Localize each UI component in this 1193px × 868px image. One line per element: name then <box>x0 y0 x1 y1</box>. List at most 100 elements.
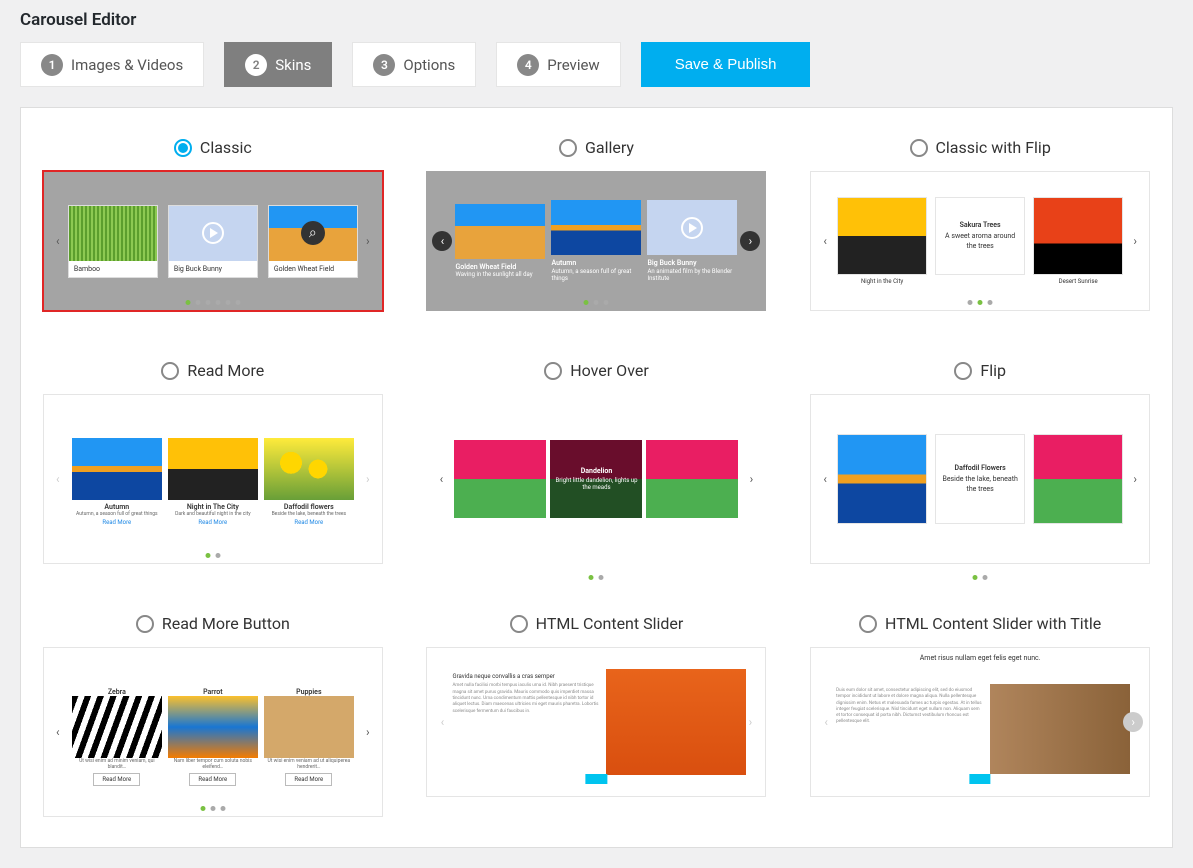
chevron-left-icon[interactable]: ‹ <box>816 470 834 488</box>
thumb-parrot <box>168 696 258 758</box>
skin-preview-classic[interactable]: ‹ Bamboo Big Buck Bunny ⌕Golden Wheat Fi… <box>43 171 383 311</box>
radio-icon <box>859 615 877 633</box>
skin-preview-flip[interactable]: ‹ Daffodil FlowersBeside the lake, benea… <box>810 394 1150 564</box>
skin-name: HTML Content Slider with Title <box>885 614 1101 633</box>
skin-radio-hover-over[interactable]: Hover Over <box>544 361 649 380</box>
radio-icon <box>510 615 528 633</box>
skin-classic: Classic ‹ Bamboo Big Buck Bunny ⌕Golden … <box>31 138 395 311</box>
carousel-card <box>837 197 927 275</box>
skin-radio-classic-flip[interactable]: Classic with Flip <box>910 138 1051 157</box>
chevron-left-icon[interactable]: ‹ <box>433 713 451 731</box>
card-sub: Autumn, a season full of great things <box>76 511 158 517</box>
card-title: Puppies <box>296 688 321 696</box>
carousel-card: Daffodil FlowersBeside the lake, beneath… <box>935 434 1025 524</box>
radio-icon <box>161 362 179 380</box>
skin-name: Classic <box>200 138 252 157</box>
hover-overlay: DandelionBright little dandelion, lights… <box>550 440 642 518</box>
chevron-left-icon[interactable]: ‹ <box>432 231 452 251</box>
chevron-right-icon[interactable]: › <box>742 470 760 488</box>
skin-hover-over: Hover Over ‹ DandelionBright little dand… <box>415 361 779 564</box>
chevron-right-icon[interactable]: › <box>1126 470 1144 488</box>
card-title: Autumn <box>104 503 129 511</box>
chevron-right-icon[interactable]: › <box>359 723 377 741</box>
read-more-link[interactable]: Read More <box>198 519 227 526</box>
radio-icon <box>954 362 972 380</box>
flip-text: Sakura TreesA sweet aroma around the tre… <box>936 217 1024 254</box>
step-skins[interactable]: 2Skins <box>224 42 332 87</box>
chevron-left-icon[interactable]: ‹ <box>432 470 450 488</box>
carousel-card: PuppiesUt wisi enim veniam ad ut aliquip… <box>264 685 354 786</box>
chevron-left-icon[interactable]: ‹ <box>49 232 67 250</box>
skin-radio-gallery[interactable]: Gallery <box>559 138 634 157</box>
chevron-left-icon[interactable]: ‹ <box>817 713 835 731</box>
skin-preview-hover-over[interactable]: ‹ DandelionBright little dandelion, ligh… <box>426 394 766 564</box>
save-publish-button[interactable]: Save & Publish <box>641 42 811 87</box>
card-label: Big Buck BunnyAn animated film by the Bl… <box>647 259 737 282</box>
read-more-link[interactable]: Read More <box>294 519 323 526</box>
skin-preview-classic-flip[interactable]: ‹ Night in the City Sakura TreesA sweet … <box>810 171 1150 311</box>
wizard-steps: 1 Images & Videos 2Skins 3Options 4Previe… <box>20 42 1173 87</box>
step-preview[interactable]: 4Preview <box>496 42 620 87</box>
read-more-link[interactable]: Read More <box>102 519 131 526</box>
skin-preview-read-more[interactable]: ‹ AutumnAutumn, a season full of great t… <box>43 394 383 564</box>
step-label: Options <box>403 56 455 74</box>
pager-dots <box>973 575 988 580</box>
skin-preview-gallery[interactable]: ‹ Golden Wheat FieldWaving in the sunlig… <box>426 171 766 311</box>
radio-icon <box>136 615 154 633</box>
chevron-right-icon[interactable]: › <box>1123 712 1143 732</box>
chevron-left-icon[interactable]: ‹ <box>49 723 67 741</box>
skin-preview-html-content-slider-title[interactable]: Amet risus nullam eget felis eget nunc. … <box>810 647 1150 797</box>
html-cta-button[interactable] <box>970 774 991 784</box>
pager-dots <box>589 575 604 580</box>
thumb-autumn <box>551 200 641 255</box>
card-title: Zebra <box>108 688 126 696</box>
skin-gallery: Gallery ‹ Golden Wheat FieldWaving in th… <box>415 138 779 311</box>
skin-radio-html-content-slider[interactable]: HTML Content Slider <box>510 614 684 633</box>
carousel-card: Golden Wheat FieldWaving in the sunlight… <box>455 204 545 279</box>
chevron-right-icon[interactable]: › <box>359 232 377 250</box>
skin-name: Read More Button <box>162 614 290 633</box>
chevron-right-icon[interactable]: › <box>741 713 759 731</box>
carousel-card <box>1033 197 1123 275</box>
skin-radio-classic[interactable]: Classic <box>174 138 252 157</box>
skin-classic-flip: Classic with Flip ‹ Night in the City Sa… <box>798 138 1162 311</box>
chevron-right-icon[interactable]: › <box>740 231 760 251</box>
carousel-card: Sakura TreesA sweet aroma around the tre… <box>935 197 1025 275</box>
read-more-button[interactable]: Read More <box>285 773 332 786</box>
step-label: Images & Videos <box>71 56 183 74</box>
chevron-left-icon[interactable]: ‹ <box>49 470 67 488</box>
read-more-button[interactable]: Read More <box>93 773 140 786</box>
chevron-left-icon[interactable]: ‹ <box>816 232 834 250</box>
chevron-right-icon[interactable]: › <box>1126 232 1144 250</box>
pager-dots <box>205 553 220 558</box>
skin-name: Hover Over <box>570 361 649 380</box>
step-number: 1 <box>41 54 63 76</box>
skin-preview-html-content-slider[interactable]: ‹ Gravida neque convallis a cras semperA… <box>426 647 766 797</box>
skin-radio-read-more-button[interactable]: Read More Button <box>136 614 290 633</box>
step-label: Preview <box>547 56 599 74</box>
magnify-icon: ⌕ <box>301 221 325 245</box>
pager-dots <box>968 300 993 305</box>
radio-icon <box>174 139 192 157</box>
skin-radio-read-more[interactable]: Read More <box>161 361 264 380</box>
thumb-city <box>168 438 258 500</box>
page-title: Carousel Editor <box>20 10 1173 30</box>
thumb-daffodil <box>264 438 354 500</box>
carousel-card: ParrotNam liber tempor cum soluta nobis … <box>168 685 258 786</box>
thumb-autumn <box>72 438 162 500</box>
read-more-button[interactable]: Read More <box>189 773 236 786</box>
skin-radio-flip[interactable]: Flip <box>954 361 1006 380</box>
card-caption: Desert Sunrise <box>1059 278 1098 285</box>
carousel-card: AutumnAutumn, a season full of great thi… <box>551 200 641 282</box>
chevron-right-icon[interactable]: › <box>359 470 377 488</box>
carousel-card <box>646 440 738 518</box>
html-cta-button[interactable] <box>586 774 607 784</box>
skin-radio-html-content-slider-title[interactable]: HTML Content Slider with Title <box>859 614 1101 633</box>
step-label: Skins <box>275 56 311 74</box>
skin-preview-read-more-button[interactable]: ‹ ZebraUt wisi enim ad minim veniam, qui… <box>43 647 383 817</box>
step-options[interactable]: 3Options <box>352 42 476 87</box>
step-images-videos[interactable]: 1 Images & Videos <box>20 42 204 87</box>
skin-name: Flip <box>980 361 1006 380</box>
card-label: Big Buck Bunny <box>169 261 257 277</box>
thumb-kitten <box>606 669 746 775</box>
